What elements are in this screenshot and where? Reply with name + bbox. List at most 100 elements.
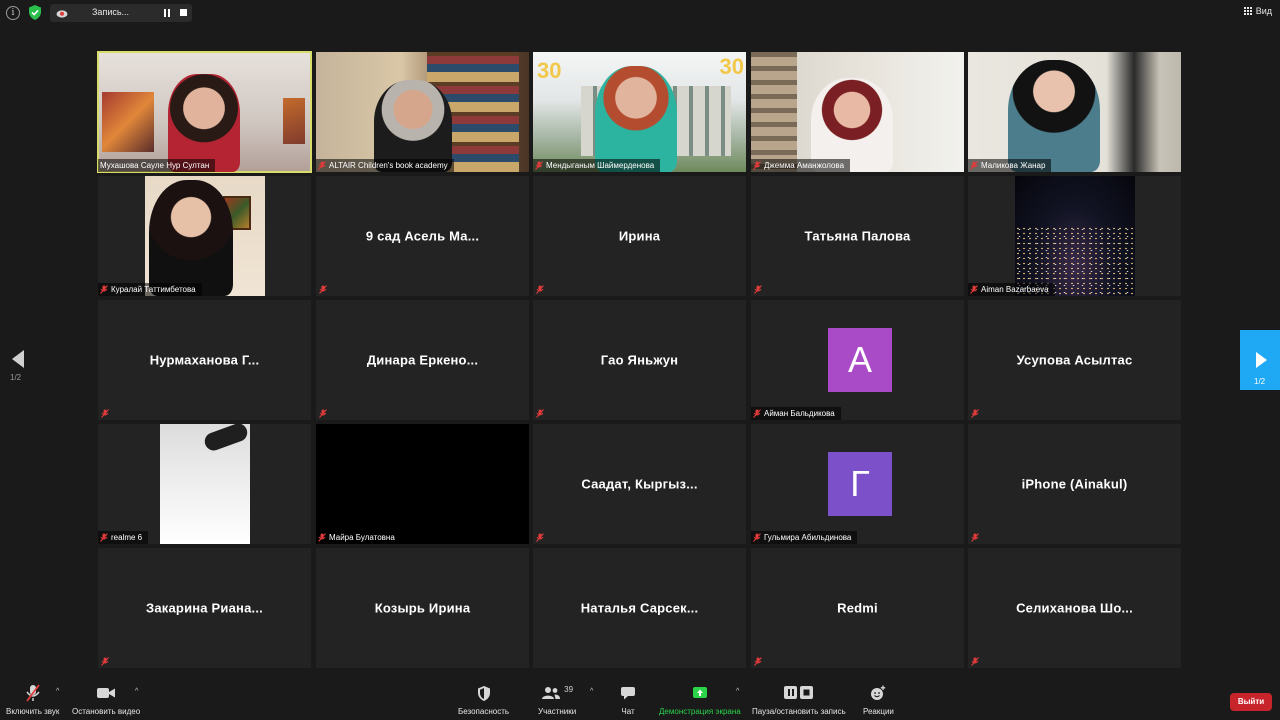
- participants-count: 39: [564, 684, 574, 694]
- mic-muted-icon: [101, 409, 109, 418]
- recording-label: Запись...: [92, 7, 130, 17]
- video-tile[interactable]: 30 30 Мендыганым Шаймерденова: [533, 52, 746, 172]
- meeting-toolbar: Включить звук ^ Остановить видео ^ Безоп…: [0, 680, 1280, 720]
- video-tile[interactable]: Джемма Аманжолова: [751, 52, 964, 172]
- participant-name: Саадат, Кыргыз...: [581, 476, 698, 492]
- participant-label: Aiman Bazarbaeva: [968, 283, 1055, 296]
- participant-name: 9 сад Асель Ма...: [365, 228, 480, 244]
- mic-muted-icon: [754, 285, 762, 294]
- participant-label: Куралай Таттимбетова: [98, 283, 202, 296]
- mic-muted-icon: [536, 533, 544, 542]
- name-tile[interactable]: Селиханова Шо...: [968, 548, 1181, 668]
- mic-muted-icon: [100, 533, 108, 542]
- share-screen-button[interactable]: Демонстрация экрана: [659, 682, 741, 716]
- mic-muted-icon: [971, 533, 979, 542]
- mic-muted-icon: [319, 409, 327, 418]
- chevron-right-icon: [1256, 352, 1267, 368]
- name-tile[interactable]: Динара Еркено...: [316, 300, 529, 420]
- info-icon[interactable]: i: [6, 6, 20, 20]
- participant-name: Динара Еркено...: [366, 352, 479, 368]
- video-feed: [145, 176, 265, 296]
- previous-page-button[interactable]: 1/2: [10, 350, 30, 390]
- name-tile[interactable]: Нурмаханова Г...: [98, 300, 311, 420]
- name-tile[interactable]: iPhone (Ainakul): [968, 424, 1181, 544]
- name-tile[interactable]: Саадат, Кыргыз...: [533, 424, 746, 544]
- name-tile[interactable]: Закарина Риана...: [98, 548, 311, 668]
- mic-muted-icon: [753, 533, 761, 542]
- video-tile[interactable]: Маликова Жанар: [968, 52, 1181, 172]
- participant-name: Козырь Ирина: [374, 600, 471, 616]
- name-tile[interactable]: Козырь Ирина: [316, 548, 529, 668]
- chat-icon: [621, 687, 635, 700]
- reactions-button[interactable]: Реакции: [863, 682, 894, 716]
- name-tile[interactable]: 9 сад Асель Ма...: [316, 176, 529, 296]
- view-button[interactable]: Вид: [1243, 6, 1272, 16]
- pause-recording-button[interactable]: [162, 8, 172, 18]
- participant-label: Мендыганым Шаймерденова: [533, 159, 661, 172]
- top-bar: i Запись... Вид: [0, 0, 1280, 26]
- next-page-button[interactable]: 1/2: [1240, 330, 1280, 390]
- view-label: Вид: [1255, 6, 1272, 16]
- mic-muted-icon: [753, 409, 761, 418]
- participants-icon: [542, 687, 561, 699]
- participant-label: Айман Бальдикова: [751, 407, 841, 420]
- video-options-caret-icon[interactable]: ^: [135, 688, 138, 695]
- participant-label: Маликова Жанар: [968, 159, 1052, 172]
- participants-button[interactable]: 39 Участники: [538, 682, 576, 717]
- mic-muted-icon: [318, 533, 326, 542]
- video-tile[interactable]: Мухашова Сауле Нур Султан: [97, 51, 312, 173]
- name-tile[interactable]: Redmi: [751, 548, 964, 668]
- video-tile[interactable]: ALTAIR Children's book academy: [316, 52, 529, 172]
- share-screen-icon: [692, 687, 707, 698]
- mic-muted-icon: [753, 161, 761, 170]
- video-tile[interactable]: Майра Булатовна: [316, 424, 529, 544]
- chevron-left-icon: [12, 350, 24, 368]
- participant-name: Нурмаханова Г...: [149, 352, 260, 368]
- participant-name: Ирина: [618, 228, 661, 244]
- mic-muted-icon: [319, 285, 327, 294]
- mic-muted-icon: [100, 285, 108, 294]
- stop-video-button[interactable]: Остановить видео: [72, 682, 140, 716]
- participant-label: Гульмира Абильдинова: [751, 531, 858, 544]
- shield-icon: [477, 685, 490, 701]
- participant-name: Redmi: [837, 600, 878, 616]
- video-feed: [1015, 176, 1135, 296]
- name-tile[interactable]: Ирина: [533, 176, 746, 296]
- name-tile[interactable]: Наталья Сарсек...: [533, 548, 746, 668]
- mic-muted-icon: [536, 409, 544, 418]
- mic-muted-icon: [970, 285, 978, 294]
- mic-muted-icon: [971, 409, 979, 418]
- participant-label: Майра Булатовна: [316, 531, 401, 544]
- stop-recording-button[interactable]: [180, 9, 187, 16]
- audio-options-caret-icon[interactable]: ^: [56, 688, 59, 695]
- name-tile[interactable]: Татьяна Палова: [751, 176, 964, 296]
- smiley-plus-icon: [871, 685, 886, 700]
- participant-name: Татьяна Палова: [804, 228, 911, 244]
- avatar: А: [828, 328, 892, 392]
- recording-indicator: Запись...: [50, 4, 192, 22]
- security-button[interactable]: Безопасность: [458, 682, 509, 716]
- page-indicator: 1/2: [1254, 377, 1266, 386]
- avatar-tile[interactable]: А Айман Бальдикова: [751, 300, 964, 420]
- unmute-button[interactable]: Включить звук: [6, 682, 59, 716]
- mic-muted-icon: [535, 161, 543, 170]
- chat-button[interactable]: Чат: [620, 682, 636, 716]
- mic-muted-icon: [101, 657, 109, 666]
- avatar-tile[interactable]: Г Гульмира Абильдинова: [751, 424, 964, 544]
- participant-label: ALTAIR Children's book academy: [316, 159, 454, 172]
- share-options-caret-icon[interactable]: ^: [736, 688, 739, 695]
- name-tile[interactable]: Усупова Асылтас: [968, 300, 1181, 420]
- mic-muted-icon: [754, 657, 762, 666]
- name-tile[interactable]: Гао Яньжун: [533, 300, 746, 420]
- cloud-record-icon: [56, 10, 68, 18]
- pause-stop-recording-button[interactable]: Пауза/остановить запись: [752, 682, 846, 716]
- participant-label: realme 6: [98, 531, 149, 544]
- participant-name: Наталья Сарсек...: [580, 600, 699, 616]
- participant-label: Джемма Аманжолова: [751, 159, 851, 172]
- shield-check-icon[interactable]: [28, 5, 42, 20]
- video-camera-icon: [97, 688, 116, 698]
- pause-stop-recording-icon: [783, 686, 813, 699]
- participants-options-caret-icon[interactable]: ^: [590, 688, 593, 695]
- leave-meeting-button[interactable]: Выйти: [1230, 693, 1272, 711]
- mic-muted-icon: [970, 161, 978, 170]
